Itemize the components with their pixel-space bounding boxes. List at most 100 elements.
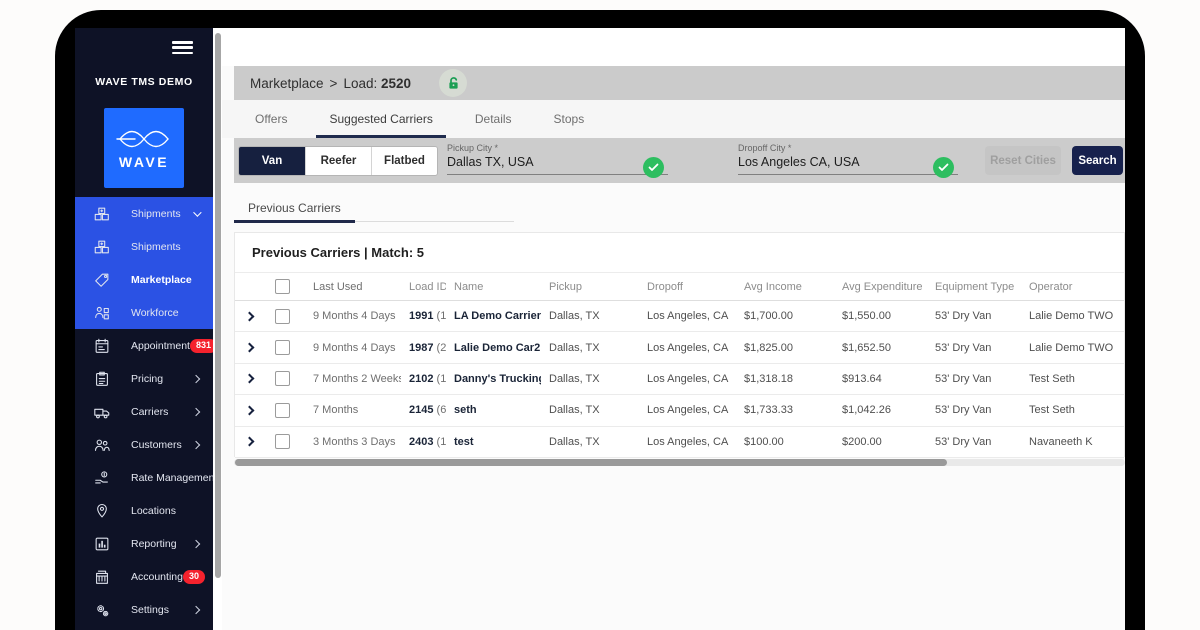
vertical-scrollbar-thumb[interactable] (214, 33, 221, 578)
pickup-city-input[interactable]: Dallas TX, USA (447, 155, 668, 175)
active-nav-group: Shipments Shipments Marketplace Workforc… (75, 197, 213, 329)
sidebar-item-label: Locations (131, 504, 176, 517)
reset-cities-button[interactable]: Reset Cities (985, 146, 1061, 175)
sidebar-item-carriers[interactable]: Carriers (75, 395, 213, 428)
row-expand-button[interactable] (235, 436, 263, 447)
row-checkbox[interactable] (263, 434, 301, 450)
sidebar-item-customers[interactable]: Customers (75, 428, 213, 461)
main-content: Marketplace > Load: 2520 Offers Suggested … (222, 28, 1125, 630)
carriers-icon (93, 403, 113, 421)
chevron-right-icon (191, 605, 201, 614)
col-dropoff[interactable]: Dropoff (639, 281, 736, 293)
tab-suggested-carriers[interactable]: Suggested Carriers (316, 100, 446, 138)
cell-name[interactable]: test (446, 436, 541, 448)
sidebar-item-shipments-group[interactable]: Shipments (75, 197, 213, 230)
settings-icon (93, 601, 113, 619)
cell-load-id: 1987 (2) (409, 341, 446, 354)
cell-name[interactable]: LA Demo Carrier (446, 310, 541, 322)
cell-dropoff: Los Angeles, CA (647, 372, 729, 385)
chevron-right-icon (244, 436, 254, 447)
col-last-used[interactable]: Last Used (301, 281, 401, 293)
cell-name[interactable]: Lalie Demo Car2 (446, 342, 541, 354)
sidebar-item-reporting[interactable]: Reporting (75, 527, 213, 560)
breadcrumb-section[interactable]: Marketplace (250, 76, 324, 91)
table-row[interactable]: 7 Months 2145 (6) seth Dallas, TX Los An… (235, 395, 1124, 427)
cell-avg-income: $1,825.00 (744, 341, 793, 354)
table-row[interactable]: 9 Months 4 Days 1991 (1) LA Demo Carrier… (235, 301, 1124, 333)
sidebar-item-rate-management[interactable]: Rate Management (75, 461, 225, 494)
cell-operator: Navaneeth K (1029, 435, 1093, 448)
row-checkbox[interactable] (263, 308, 301, 324)
cell-dropoff: Los Angeles, CA (647, 341, 729, 354)
cell-avg-expenditure: $1,042.26 (842, 404, 891, 417)
col-avg-expenditure[interactable]: Avg Expenditure (834, 281, 927, 293)
equipment-option-flatbed[interactable]: Flatbed (371, 147, 437, 175)
tab-details[interactable]: Details (462, 100, 525, 138)
cell-pickup: Dallas, TX (549, 341, 600, 354)
cell-dropoff: Los Angeles, CA (647, 310, 729, 323)
sidebar-item-locations[interactable]: Locations (75, 494, 213, 527)
row-expand-button[interactable] (235, 311, 263, 322)
chevron-right-icon (244, 311, 254, 322)
sidebar-item-marketplace[interactable]: Marketplace (75, 263, 213, 296)
search-button[interactable]: Search (1072, 146, 1123, 175)
sidebar-item-label: Settings (131, 603, 169, 616)
sidebar-item-label: Shipments (131, 240, 181, 253)
table-row[interactable]: 3 Months 3 Days 2403 (1) test Dallas, TX… (235, 426, 1124, 458)
pickup-city-label: Pickup City * (447, 143, 499, 153)
sidebar-item-label: Shipments (131, 207, 181, 220)
row-checkbox[interactable] (263, 371, 301, 387)
sidebar-item-settings[interactable]: Settings (75, 593, 213, 626)
wave-logo-word: WAVE (118, 154, 170, 170)
select-all-checkbox[interactable] (263, 279, 301, 294)
table-row[interactable]: 9 Months 4 Days 1987 (2) Lalie Demo Car2… (235, 332, 1124, 364)
dropoff-city-label: Dropoff City * (738, 143, 792, 153)
row-expand-button[interactable] (235, 342, 263, 353)
col-load-id[interactable]: Load ID (401, 281, 446, 293)
sidebar-item-label: Rate Management (131, 471, 218, 484)
equipment-option-van[interactable]: Van (239, 147, 305, 175)
tab-offers[interactable]: Offers (242, 100, 300, 138)
horizontal-scrollbar[interactable] (234, 459, 1125, 466)
col-operator[interactable]: Operator (1021, 281, 1125, 293)
cell-operator: Test Seth (1029, 372, 1075, 385)
sidebar-item-workforce[interactable]: Workforce (75, 296, 213, 329)
row-expand-button[interactable] (235, 374, 263, 384)
row-expand-button[interactable] (235, 405, 263, 416)
col-equipment-type[interactable]: Equipment Type (927, 281, 1021, 293)
chevron-right-icon (191, 374, 201, 383)
cell-operator: Lalie Demo TWO (1029, 310, 1114, 323)
sidebar-item-pricing[interactable]: Pricing (75, 362, 213, 395)
table-row[interactable]: 7 Months 2 Weeks 2102 (11) Danny's Truck… (235, 363, 1124, 396)
previous-carriers-card: Previous Carriers | Match: 5 Last Used L… (234, 232, 1125, 458)
tab-stops[interactable]: Stops (541, 100, 598, 138)
col-name[interactable]: Name (446, 281, 541, 293)
col-pickup[interactable]: Pickup (541, 281, 639, 293)
subtab-previous-carriers[interactable]: Previous Carriers (234, 195, 355, 223)
cell-name[interactable]: Danny's Trucking Inc (446, 373, 541, 385)
cell-dropoff: Los Angeles, CA (647, 435, 729, 448)
sidebar-item-accounting[interactable]: Accounting 30 (75, 560, 220, 593)
col-avg-income[interactable]: Avg Income (736, 281, 834, 293)
row-checkbox[interactable] (263, 402, 301, 418)
row-checkbox[interactable] (263, 340, 301, 356)
cell-operator: Lalie Demo TWO (1029, 341, 1114, 354)
cell-name[interactable]: seth (446, 404, 541, 416)
sidebar-item-appointment[interactable]: Appointment 831 (75, 329, 217, 362)
breadcrumb-load-label: Load: (343, 75, 378, 91)
equipment-option-reefer[interactable]: Reefer (305, 147, 371, 175)
pickup-city-field[interactable]: Pickup City * Dallas TX, USA (447, 143, 668, 178)
cell-avg-income: $1,700.00 (744, 310, 793, 323)
sidebar-item-label: Carriers (131, 405, 169, 418)
cell-equipment-type: 53' Dry Van (935, 435, 992, 448)
wave-logo-icon (116, 130, 169, 148)
horizontal-scrollbar-thumb[interactable] (235, 459, 947, 466)
sidebar-item-shipments[interactable]: Shipments (75, 230, 213, 263)
unlock-status[interactable] (439, 69, 468, 97)
hamburger-menu-icon[interactable] (172, 41, 193, 55)
dropoff-city-input[interactable]: Los Angeles CA, USA (738, 155, 958, 175)
equipment-toggle-group: Van Reefer Flatbed (238, 146, 438, 176)
breadcrumb-load-id: 2520 (381, 75, 412, 91)
dropoff-city-field[interactable]: Dropoff City * Los Angeles CA, USA (738, 143, 958, 178)
vertical-scrollbar[interactable] (213, 28, 222, 630)
